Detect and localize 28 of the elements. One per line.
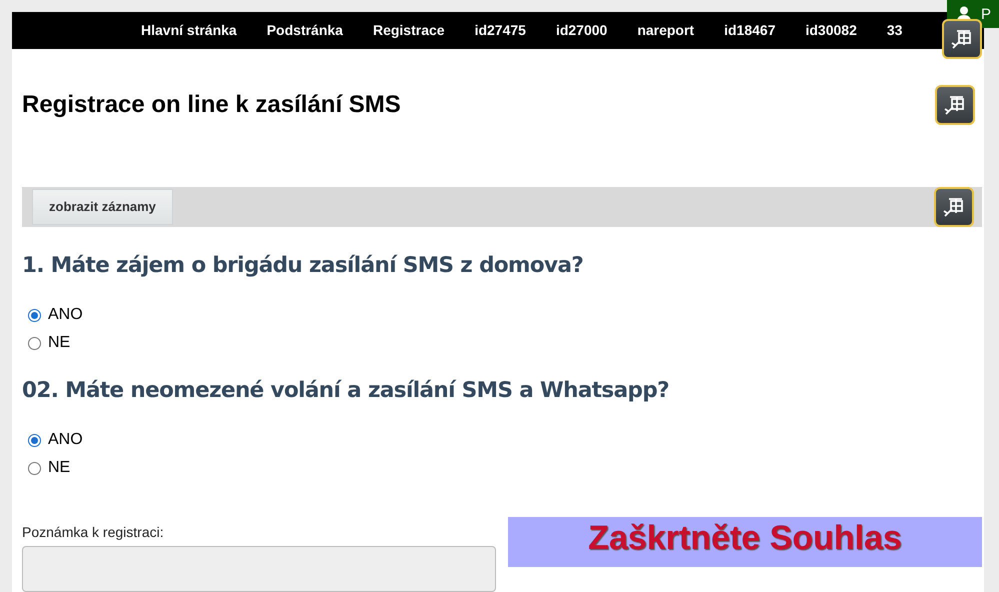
radio-option[interactable]: ANO (28, 306, 984, 324)
nav-link[interactable]: id27475 (460, 22, 541, 38)
note-field[interactable] (22, 546, 496, 592)
question-title: 1. Máte zájem o brigádu zasílání SMS z domova? (22, 253, 584, 278)
banner-text: Zaškrtněte Souhlas (588, 519, 902, 559)
tools-button[interactable] (934, 186, 974, 227)
nav-link[interactable]: id30082 (790, 22, 872, 38)
field-label: Poznámka k registraci: (22, 524, 165, 540)
radio-icon[interactable] (28, 462, 41, 474)
radio-option[interactable]: NE (28, 334, 984, 352)
nav-link[interactable]: Podstránka (252, 22, 358, 38)
question-title: 02. Máte neomezené volání a zasílání SMS a Whatsapp? (22, 378, 670, 403)
radio-option[interactable]: NE (28, 459, 984, 477)
radio-icon[interactable] (28, 336, 41, 350)
tools-button[interactable] (935, 84, 975, 125)
nav-link[interactable]: 33 (872, 22, 918, 38)
radio-icon[interactable] (28, 434, 41, 446)
tools-icon (950, 27, 974, 51)
nav-link[interactable]: id27000 (540, 22, 622, 38)
page-title: Registrace on line k zasílání SMS (22, 90, 401, 119)
tools-button[interactable] (942, 19, 982, 59)
nav-link[interactable]: Registrace (358, 22, 460, 38)
nav-link[interactable]: nareport (622, 22, 710, 38)
nav-link[interactable]: Hlavní stránka (126, 22, 252, 38)
radio-option[interactable]: ANO (28, 431, 984, 449)
show-records-button[interactable]: zobrazit záznamy (32, 188, 173, 225)
nav-link[interactable]: id18467 (709, 22, 790, 38)
radio-icon[interactable] (28, 308, 41, 322)
